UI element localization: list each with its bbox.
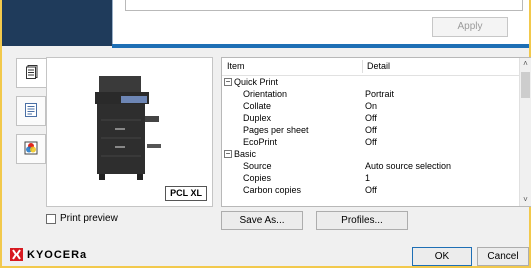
row-item-value: Off xyxy=(365,113,377,123)
print-preview-option[interactable]: Print preview xyxy=(46,213,118,224)
table-row[interactable]: Copies 1 xyxy=(222,173,520,184)
brand-name: KYOCERa xyxy=(27,248,88,261)
apply-button[interactable]: Apply xyxy=(432,17,508,37)
collapse-icon[interactable]: − xyxy=(224,78,232,86)
side-tab-bar xyxy=(16,58,46,176)
tab-document-stack[interactable] xyxy=(16,58,46,88)
printer-icon xyxy=(93,76,165,187)
category-row-quick-print[interactable]: − Quick Print xyxy=(222,77,520,88)
brand-logo: KYOCERa xyxy=(10,248,87,261)
scroll-thumb[interactable] xyxy=(521,72,530,98)
row-item-label: Collate xyxy=(243,101,272,111)
column-separator xyxy=(362,60,363,73)
category-row-basic[interactable]: − Basic xyxy=(222,149,520,160)
column-header-item[interactable]: Item xyxy=(227,61,245,71)
accent-stripe xyxy=(112,44,529,48)
settings-summary-table[interactable]: Item Detail − Quick Print Orientation Po… xyxy=(221,57,531,207)
table-header: Item Detail xyxy=(222,58,520,76)
header-dark-panel xyxy=(2,0,112,46)
cancel-button[interactable]: Cancel xyxy=(477,247,529,266)
category-label: Quick Print xyxy=(234,77,279,87)
ok-button[interactable]: OK xyxy=(412,247,472,266)
row-item-label: Orientation xyxy=(243,89,288,99)
table-row[interactable]: Source Auto source selection xyxy=(222,161,520,172)
print-preview-label: Print preview xyxy=(60,213,118,224)
row-item-value: Off xyxy=(365,137,377,147)
table-row[interactable]: Duplex Off xyxy=(222,113,520,124)
category-label: Basic xyxy=(234,149,257,159)
table-row[interactable]: Collate On xyxy=(222,101,520,112)
row-item-value: Portrait xyxy=(365,89,395,99)
table-row[interactable]: EcoPrint Off xyxy=(222,137,520,148)
top-inner-box xyxy=(125,0,523,11)
row-item-value: On xyxy=(365,101,378,111)
row-item-value: Off xyxy=(365,185,377,195)
top-settings-panel: Apply xyxy=(112,0,529,44)
row-item-label: Carbon copies xyxy=(243,185,302,195)
tab-color[interactable] xyxy=(16,134,46,164)
row-item-label: Copies xyxy=(243,173,272,183)
row-item-label: Source xyxy=(243,161,272,171)
print-preview-checkbox[interactable] xyxy=(46,213,56,224)
page-layout-icon xyxy=(25,102,37,120)
table-scrollbar[interactable]: ˄ ˅ xyxy=(519,58,531,206)
save-as-button[interactable]: Save As... xyxy=(221,211,303,230)
row-item-value: Off xyxy=(365,125,377,135)
color-icon xyxy=(24,141,38,158)
row-item-value: 1 xyxy=(365,173,371,183)
table-row[interactable]: Carbon copies Off xyxy=(222,185,520,196)
table-row[interactable]: Pages per sheet Off xyxy=(222,125,520,136)
document-stack-icon xyxy=(25,64,38,82)
scroll-down-icon[interactable]: ˅ xyxy=(520,194,531,206)
kyocera-logo-icon xyxy=(10,248,23,261)
tab-page-layout[interactable] xyxy=(16,96,46,126)
collapse-icon[interactable]: − xyxy=(224,150,232,158)
scroll-up-icon[interactable]: ˄ xyxy=(520,58,531,70)
row-item-label: EcoPrint xyxy=(243,137,278,147)
printer-preview-pane: PCL XL xyxy=(46,57,213,207)
table-row[interactable]: Orientation Portrait xyxy=(222,89,520,100)
row-item-value: Auto source selection xyxy=(365,161,452,171)
row-item-label: Duplex xyxy=(243,113,272,123)
profiles-button[interactable]: Profiles... xyxy=(316,211,408,230)
column-header-detail[interactable]: Detail xyxy=(367,61,390,71)
printer-language-label: PCL XL xyxy=(165,186,207,201)
row-item-label: Pages per sheet xyxy=(243,125,309,135)
